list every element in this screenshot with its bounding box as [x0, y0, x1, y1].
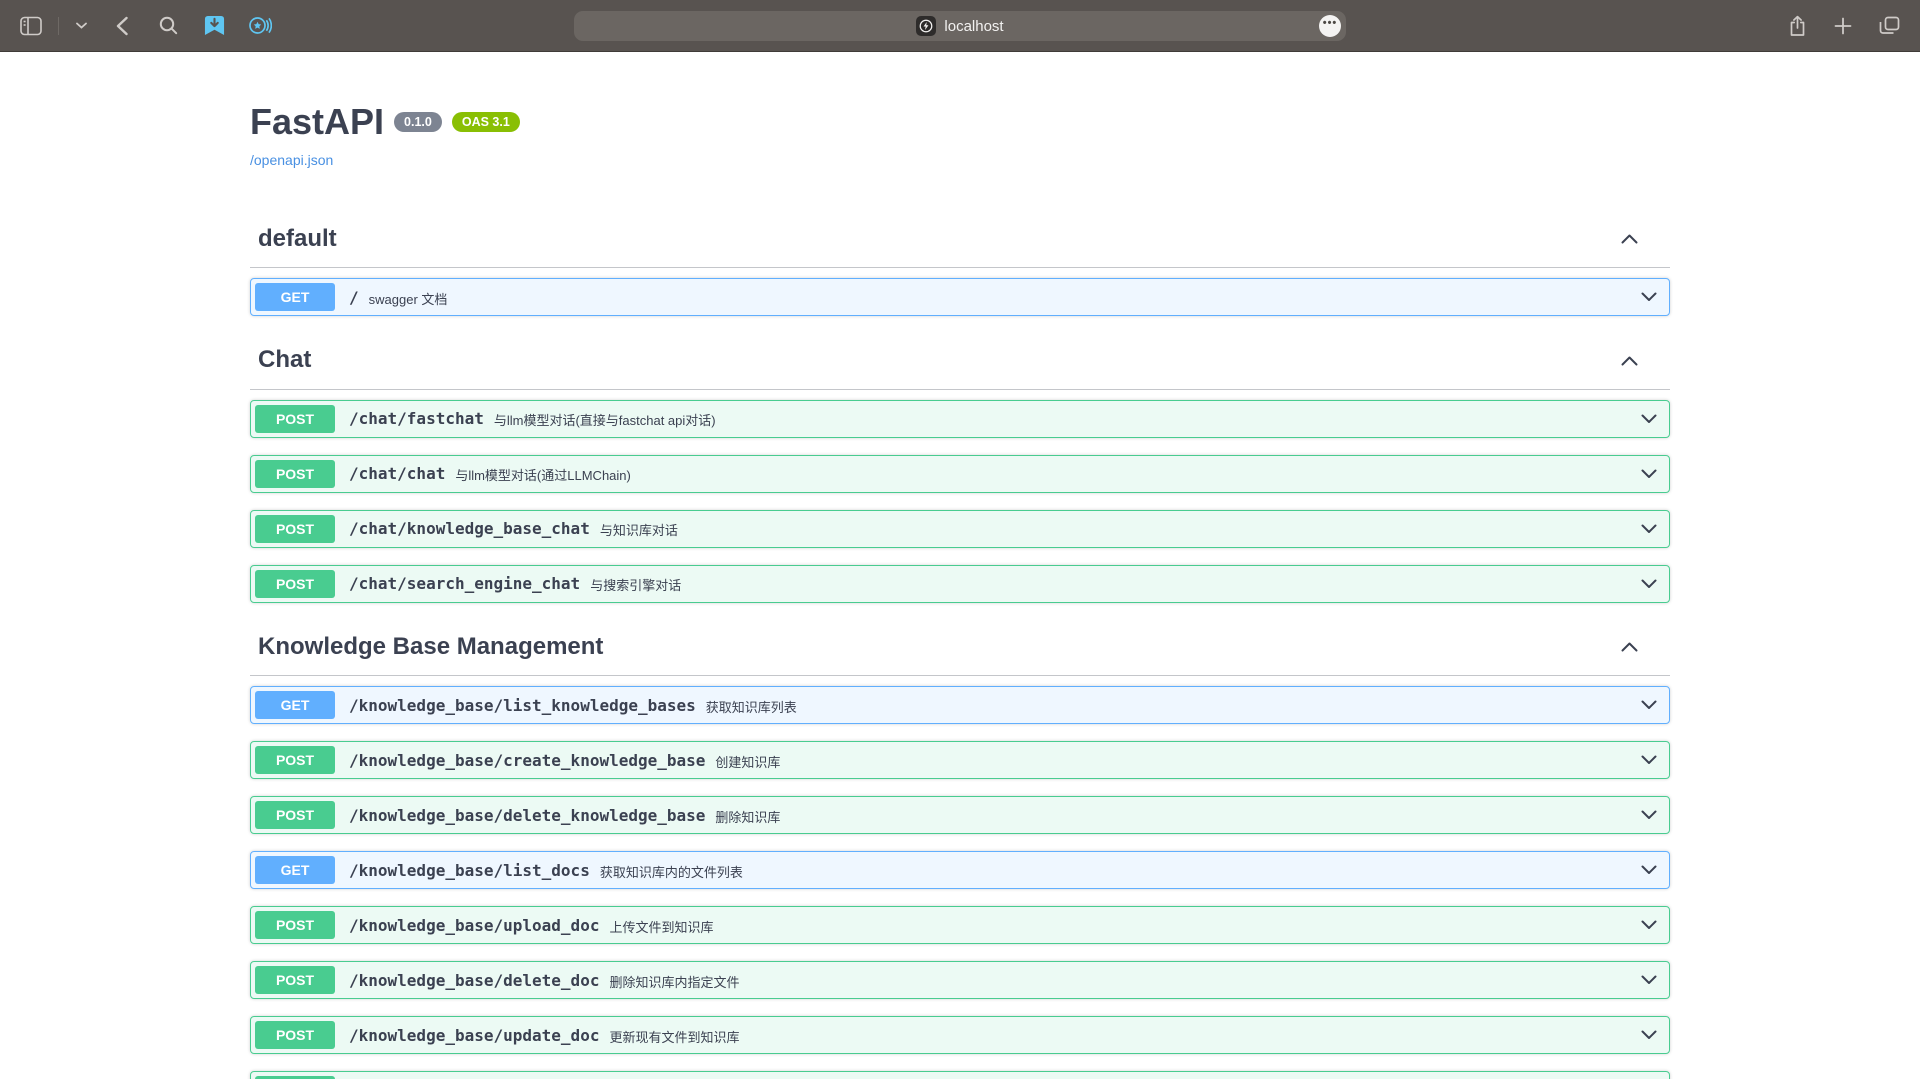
http-method-badge: POST — [255, 1076, 335, 1079]
url-text: localhost — [944, 18, 1003, 35]
share-icon[interactable] — [1784, 13, 1810, 39]
endpoint-summary: 获取知识库列表 — [706, 695, 797, 716]
endpoint-summary: swagger 文档 — [369, 287, 448, 308]
collapse-section-icon[interactable] — [1621, 356, 1638, 366]
api-sections: default GET / swagger 文档 Chat — [250, 212, 1670, 1079]
openapi-spec-link[interactable]: /openapi.json — [250, 152, 333, 168]
http-method-badge: POST — [255, 966, 335, 994]
tab-overview-icon[interactable] — [1876, 13, 1902, 39]
endpoint-row[interactable]: GET / swagger 文档 — [250, 278, 1670, 316]
expand-endpoint-icon[interactable] — [1641, 810, 1657, 820]
http-method-badge: GET — [255, 691, 335, 719]
endpoint-path: /knowledge_base/list_docs — [335, 861, 600, 880]
http-method-badge: POST — [255, 1021, 335, 1049]
swagger-page: FastAPI 0.1.0 OAS 3.1 /openapi.json defa… — [0, 52, 1920, 1079]
page-title: FastAPI — [250, 104, 384, 140]
back-icon[interactable] — [109, 13, 135, 39]
expand-endpoint-icon[interactable] — [1641, 292, 1657, 302]
toolbar-right-group — [1784, 13, 1902, 39]
endpoint-path: /knowledge_base/list_knowledge_bases — [335, 696, 706, 715]
endpoint-summary: 创建知识库 — [715, 750, 780, 771]
search-icon[interactable] — [155, 13, 181, 39]
endpoint-summary: 与知识库对话 — [600, 518, 678, 539]
api-info: FastAPI 0.1.0 OAS 3.1 /openapi.json — [250, 52, 1670, 212]
section-title: Knowledge Base Management — [258, 634, 603, 660]
section-title: Chat — [258, 347, 311, 373]
endpoint-summary: 上传文件到知识库 — [609, 915, 713, 936]
http-method-badge: POST — [255, 570, 335, 598]
endpoint-row[interactable]: POST /knowledge_base/recreate_vector_sto… — [250, 1071, 1670, 1079]
section-header[interactable]: Chat — [250, 333, 1670, 389]
endpoint-row[interactable]: POST /knowledge_base/delete_doc 删除知识库内指定… — [250, 961, 1670, 999]
api-section: default GET / swagger 文档 — [250, 212, 1670, 316]
expand-endpoint-icon[interactable] — [1641, 414, 1657, 424]
section-header[interactable]: default — [250, 212, 1670, 268]
new-tab-icon[interactable] — [1830, 13, 1856, 39]
collapse-section-icon[interactable] — [1621, 234, 1638, 244]
endpoint-summary: 与搜索引擎对话 — [590, 573, 681, 594]
endpoint-path: /chat/fastchat — [335, 409, 494, 428]
page-settings-button[interactable]: ••• — [1319, 15, 1341, 37]
expand-endpoint-icon[interactable] — [1641, 755, 1657, 765]
collapse-section-icon[interactable] — [1621, 642, 1638, 652]
endpoint-row[interactable]: POST /knowledge_base/upload_doc 上传文件到知识库 — [250, 906, 1670, 944]
expand-endpoint-icon[interactable] — [1641, 920, 1657, 930]
endpoint-row[interactable]: POST /chat/search_engine_chat 与搜索引擎对话 — [250, 565, 1670, 603]
address-bar[interactable]: localhost ••• — [574, 11, 1346, 41]
endpoint-summary: 与llm模型对话(直接与fastchat api对话) — [494, 408, 716, 429]
endpoint-path: /chat/chat — [335, 464, 455, 483]
endpoint-row[interactable]: GET /knowledge_base/list_knowledge_bases… — [250, 686, 1670, 724]
http-method-badge: POST — [255, 911, 335, 939]
oas-badge: OAS 3.1 — [452, 112, 520, 133]
http-method-badge: POST — [255, 746, 335, 774]
http-method-badge: GET — [255, 856, 335, 884]
extension-bookmark-icon[interactable] — [201, 13, 227, 39]
http-method-badge: POST — [255, 515, 335, 543]
endpoint-path: /knowledge_base/delete_doc — [335, 971, 609, 990]
endpoint-summary: 更新现有文件到知识库 — [609, 1025, 739, 1046]
endpoint-row[interactable]: POST /knowledge_base/delete_knowledge_ba… — [250, 796, 1670, 834]
endpoint-path: /chat/knowledge_base_chat — [335, 519, 600, 538]
api-section: Chat POST /chat/fastchat 与llm模型对话(直接与fas… — [250, 333, 1670, 602]
endpoint-path: / — [335, 288, 369, 307]
expand-endpoint-icon[interactable] — [1641, 865, 1657, 875]
http-method-badge: POST — [255, 801, 335, 829]
endpoint-path: /knowledge_base/upload_doc — [335, 916, 609, 935]
expand-endpoint-icon[interactable] — [1641, 579, 1657, 589]
version-badge: 0.1.0 — [394, 112, 442, 133]
endpoint-row[interactable]: POST /chat/knowledge_base_chat 与知识库对话 — [250, 510, 1670, 548]
endpoint-summary: 删除知识库内指定文件 — [609, 970, 739, 991]
endpoint-row[interactable]: GET /knowledge_base/list_docs 获取知识库内的文件列… — [250, 851, 1670, 889]
extension-target-icon[interactable] — [247, 13, 273, 39]
expand-endpoint-icon[interactable] — [1641, 1030, 1657, 1040]
endpoint-path: /chat/search_engine_chat — [335, 574, 590, 593]
toolbar-left-group — [18, 13, 273, 39]
expand-endpoint-icon[interactable] — [1641, 524, 1657, 534]
sidebar-chevron-down-icon[interactable] — [73, 13, 89, 39]
site-favicon-lightning-icon — [916, 16, 936, 36]
endpoint-summary: 删除知识库 — [715, 805, 780, 826]
endpoint-row[interactable]: POST /knowledge_base/create_knowledge_ba… — [250, 741, 1670, 779]
endpoint-path: /knowledge_base/create_knowledge_base — [335, 751, 715, 770]
expand-endpoint-icon[interactable] — [1641, 975, 1657, 985]
endpoint-summary: 与llm模型对话(通过LLMChain) — [455, 463, 631, 484]
endpoint-path: /knowledge_base/update_doc — [335, 1026, 609, 1045]
endpoint-row[interactable]: POST /chat/chat 与llm模型对话(通过LLMChain) — [250, 455, 1670, 493]
endpoint-path: /knowledge_base/delete_knowledge_base — [335, 806, 715, 825]
api-section: Knowledge Base Management GET /knowledge… — [250, 620, 1670, 1079]
endpoint-summary: 获取知识库内的文件列表 — [600, 860, 743, 881]
http-method-badge: GET — [255, 283, 335, 311]
section-header[interactable]: Knowledge Base Management — [250, 620, 1670, 676]
http-method-badge: POST — [255, 460, 335, 488]
sidebar-icon[interactable] — [18, 13, 44, 39]
endpoint-row[interactable]: POST /knowledge_base/update_doc 更新现有文件到知… — [250, 1016, 1670, 1054]
expand-endpoint-icon[interactable] — [1641, 469, 1657, 479]
section-title: default — [258, 226, 337, 252]
endpoint-row[interactable]: POST /chat/fastchat 与llm模型对话(直接与fastchat… — [250, 400, 1670, 438]
http-method-badge: POST — [255, 405, 335, 433]
toolbar-divider — [58, 17, 59, 35]
expand-endpoint-icon[interactable] — [1641, 700, 1657, 710]
browser-toolbar: localhost ••• — [0, 0, 1920, 52]
